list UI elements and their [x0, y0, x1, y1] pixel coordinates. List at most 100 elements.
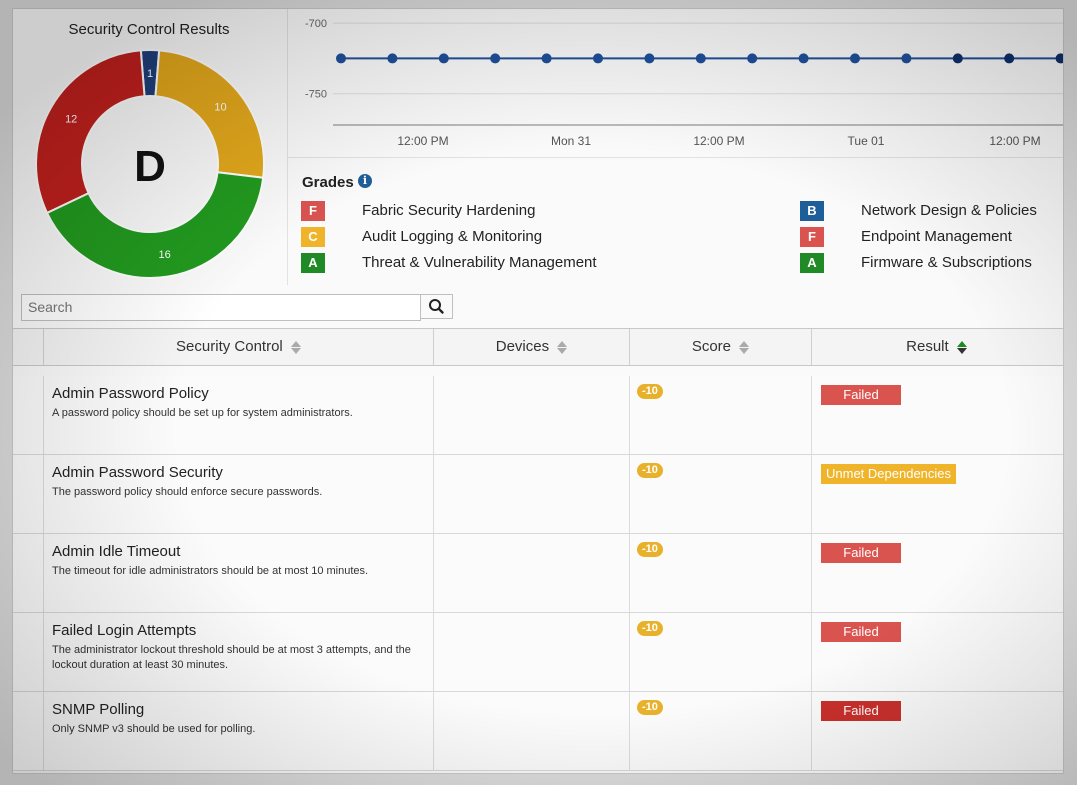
grade-category-label: Threat & Vulnerability Management — [362, 254, 597, 271]
data-point[interactable] — [747, 53, 758, 64]
security-control-cell: Admin Idle Timeout The timeout for idle a… — [43, 534, 433, 612]
table-row[interactable]: Failed Login Attempts The administrator l… — [13, 613, 1063, 692]
donut-segment[interactable] — [35, 49, 146, 215]
grade-row[interactable]: A Firmware & Subscriptions — [800, 253, 1063, 273]
result-cell: Failed — [811, 376, 1063, 454]
control-description: The administrator lockout threshold shou… — [52, 644, 411, 671]
score-cell: -10 — [629, 613, 811, 691]
table-row[interactable]: Admin Idle Timeout The timeout for idle a… — [13, 534, 1063, 613]
control-description: The password policy should enforce secur… — [52, 486, 323, 498]
data-point[interactable] — [695, 53, 706, 64]
grade-badge: C — [301, 227, 325, 247]
data-point[interactable] — [541, 53, 552, 64]
row-spacer — [13, 534, 43, 612]
result-cell: Failed — [811, 613, 1063, 691]
data-point[interactable] — [850, 53, 860, 64]
grade-badge: A — [301, 253, 325, 273]
x-tick-label: 12:00 PM — [989, 134, 1040, 148]
control-title: Admin Password Security — [52, 464, 223, 481]
donut-segment-label: 10 — [214, 101, 226, 113]
control-description: The timeout for idle administrators shou… — [52, 565, 369, 577]
devices-cell — [433, 534, 629, 612]
row-spacer — [13, 692, 43, 770]
donut-segment-label: 16 — [158, 249, 170, 261]
control-title: Admin Idle Timeout — [52, 543, 181, 560]
search-box — [21, 294, 421, 321]
data-point[interactable] — [901, 53, 912, 64]
control-title: SNMP Polling — [52, 701, 145, 718]
row-spacer — [13, 613, 43, 691]
security-control-cell: SNMP Polling Only SNMP v3 should be used … — [43, 692, 433, 770]
search-button[interactable] — [420, 294, 453, 319]
row-spacer — [13, 376, 43, 454]
result-cell: Failed — [811, 692, 1063, 770]
grade-row[interactable]: C Audit Logging & Monitoring — [301, 227, 631, 247]
grade-badge: F — [301, 201, 325, 221]
control-title: Admin Password Policy — [52, 385, 209, 402]
grade-category-label: Endpoint Management — [861, 228, 1012, 245]
table-row[interactable]: Admin Password Policy A password policy s… — [13, 376, 1063, 455]
data-point[interactable] — [336, 53, 346, 64]
result-badge: Unmet Dependencies — [821, 464, 957, 484]
data-point[interactable] — [644, 53, 655, 64]
data-point[interactable] — [1004, 53, 1015, 64]
column-header-label: Security Control — [176, 338, 283, 355]
donut-segment[interactable] — [154, 49, 265, 179]
x-tick-label: 12:00 PM — [397, 134, 448, 148]
donut-segment-label: 1 — [147, 68, 153, 80]
score-badge: -10 — [637, 621, 663, 636]
score-cell: -10 — [629, 692, 811, 770]
data-point[interactable] — [387, 53, 398, 64]
security-controls-table: Security Control Devices Score Result Ad… — [13, 328, 1063, 773]
security-control-cell: Admin Password Security The password poli… — [43, 455, 433, 533]
result-badge: Failed — [821, 385, 901, 405]
data-point[interactable] — [593, 53, 603, 64]
devices-cell — [433, 455, 629, 533]
data-point[interactable] — [952, 53, 963, 64]
column-header-result[interactable]: Result — [811, 329, 1061, 365]
table-header: Security Control Devices Score Result — [13, 329, 1063, 366]
grade-row[interactable]: A Threat & Vulnerability Management — [301, 253, 631, 273]
data-point[interactable] — [490, 53, 501, 64]
column-header-label: Score — [691, 338, 731, 355]
score-cell: -10 — [629, 376, 811, 454]
sort-icon — [557, 340, 568, 354]
y-tick-label: -750 — [305, 89, 327, 101]
score-cell: -10 — [629, 534, 811, 612]
info-icon[interactable]: i — [358, 174, 372, 188]
score-badge: -10 — [637, 542, 663, 557]
control-title: Failed Login Attempts — [52, 622, 197, 639]
score-badge: -10 — [637, 463, 663, 478]
grade-category-label: Audit Logging & Monitoring — [362, 228, 543, 245]
sort-icon — [739, 340, 750, 354]
security-control-cell: Admin Password Policy A password policy s… — [43, 376, 433, 454]
control-description: A password policy should be set up for s… — [52, 407, 353, 419]
security-results-panel: Security Control Results 1 10 16 12 D — [13, 9, 288, 285]
devices-cell — [433, 692, 629, 770]
result-cell: Failed — [811, 534, 1063, 612]
donut-segment-label: 12 — [65, 114, 77, 126]
grade-row[interactable]: B Network Design & Policies — [800, 201, 1063, 221]
data-point[interactable] — [798, 53, 809, 64]
data-point[interactable] — [438, 53, 449, 64]
search-icon — [429, 299, 444, 314]
control-description: Only SNMP v3 should be used for polling. — [52, 723, 256, 735]
table-row[interactable]: Admin Password Security The password poli… — [13, 455, 1063, 534]
grade-row[interactable]: F Endpoint Management — [800, 227, 1063, 247]
x-tick-label: Mon 31 — [551, 134, 591, 148]
column-header-devices[interactable]: Devices — [433, 329, 629, 365]
grade-category-label: Fabric Security Hardening — [362, 202, 536, 219]
score-timeline: -700 -750 12:00 PM Mon 31 12:00 PM Tue 01 12:… — [288, 9, 1063, 158]
table-row[interactable]: SNMP Polling Only SNMP v3 should be used … — [13, 692, 1063, 771]
data-point[interactable] — [1055, 53, 1063, 64]
score-line-chart: -700 -750 12:00 PM Mon 31 12:00 PM Tue 01 12:… — [305, 18, 1063, 148]
y-tick-label: -700 — [305, 18, 327, 30]
result-cell: Unmet Dependencies — [811, 455, 1063, 533]
search-input[interactable] — [22, 295, 414, 318]
column-header-security-control[interactable]: Security Control — [43, 329, 433, 365]
sort-icon — [290, 340, 301, 354]
column-header-score[interactable]: Score — [629, 329, 811, 365]
x-tick-label: 12:00 PM — [693, 134, 744, 148]
devices-cell — [433, 613, 629, 691]
grade-row[interactable]: F Fabric Security Hardening — [301, 201, 631, 221]
